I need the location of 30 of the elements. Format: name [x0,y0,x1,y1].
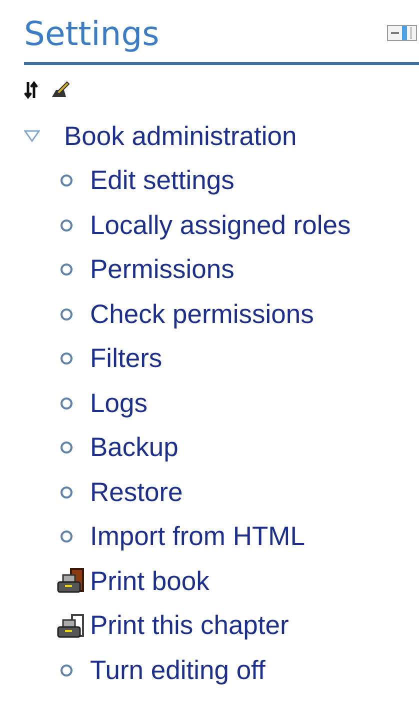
menu-link[interactable]: Locally assigned roles [90,210,351,241]
menu-link[interactable]: Print book [90,566,210,597]
expander-icon[interactable] [24,130,40,142]
move-icon[interactable] [24,81,38,99]
menu-link[interactable]: Edit settings [90,165,234,196]
printer-icon [56,567,86,596]
menu-link[interactable]: Filters [90,343,162,374]
menu-link[interactable]: Permissions [90,254,234,286]
menu-link[interactable]: Turn editing off [90,654,266,686]
dock-block-button[interactable] [387,25,417,41]
bullet-icon [60,664,73,677]
block-title: Settings [24,14,160,52]
edit-icon[interactable] [50,81,70,99]
bullet-icon [60,396,73,410]
menu-link[interactable]: Backup [90,432,178,464]
bullet-icon [60,441,73,454]
printer-icon [56,612,86,640]
menu-link[interactable]: Print this chapter [90,610,289,642]
menu-link[interactable]: Import from HTML [90,521,305,552]
section-heading[interactable]: Book administration [64,120,297,152]
bullet-icon [60,263,73,276]
bullet-icon [60,308,73,321]
menu-link[interactable]: Restore [90,476,183,508]
bullet-icon [60,218,73,232]
bullet-icon [60,486,73,499]
bullet-icon [60,174,73,188]
bullet-icon [60,530,73,544]
menu-link[interactable]: Logs [90,388,148,419]
menu-link[interactable]: Check permissions [90,298,314,330]
bullet-icon [60,352,73,366]
